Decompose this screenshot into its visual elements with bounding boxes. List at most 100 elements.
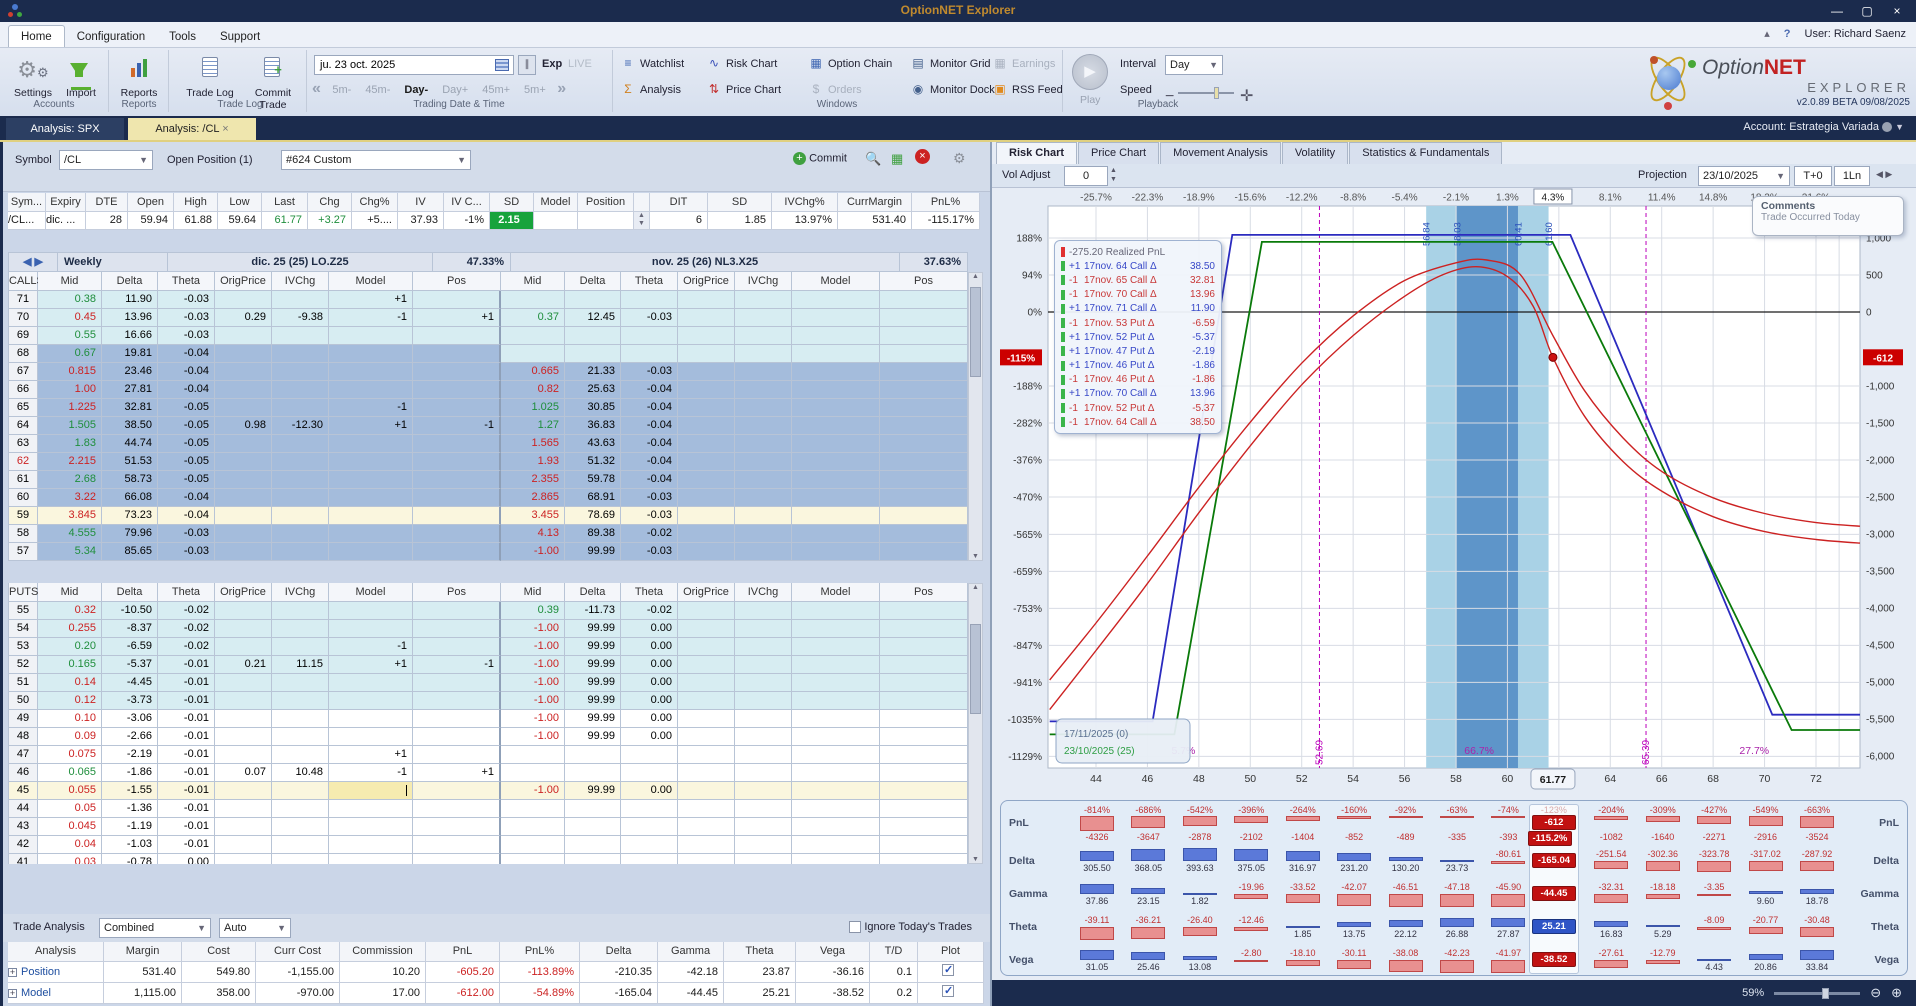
tab-analysis-spx[interactable]: Analysis: SPX (6, 118, 124, 140)
strike-cell[interactable]: 43 (8, 818, 38, 836)
import-button[interactable]: Import (54, 53, 108, 111)
chain-row-41[interactable]: 41 0.03 -0.78 0.00 (8, 854, 968, 864)
chain-edit-cell[interactable] (880, 656, 968, 674)
chain-edit-cell[interactable] (329, 507, 413, 525)
chain-edit-cell[interactable] (413, 674, 501, 692)
symbol-select[interactable]: /CL ▼ (59, 150, 153, 170)
lines-select[interactable]: 1Ln (1834, 166, 1870, 186)
chain-nav-arrows[interactable]: ◀ ▶ (8, 252, 58, 272)
commit-button[interactable]: + Commit (793, 152, 847, 165)
play-button[interactable]: ▶ (1072, 54, 1108, 90)
chain-row-57[interactable]: 57 5.34 85.65 -0.03 -1.00 99.99 -0.03 (8, 543, 968, 561)
chain-edit-cell[interactable]: +1 (329, 291, 413, 309)
chain-edit-cell[interactable] (792, 435, 880, 453)
chain-edit-cell[interactable] (413, 381, 501, 399)
strike-cell[interactable]: 62 (8, 453, 38, 471)
chain-edit-cell[interactable] (413, 746, 501, 764)
chain-edit-cell[interactable] (329, 782, 413, 800)
chain-scrollbar[interactable]: ▲ ▼ (968, 272, 983, 561)
chain-edit-cell[interactable] (329, 620, 413, 638)
chain-edit-cell[interactable] (329, 543, 413, 561)
step-45mminus[interactable]: 45m- (365, 84, 390, 96)
chain-edit-cell[interactable] (792, 746, 880, 764)
chain-row-62[interactable]: 62 2.215 51.53 -0.05 1.93 51.32 -0.04 (8, 453, 968, 471)
step-back-icon[interactable]: « (312, 80, 321, 97)
chain-row-60[interactable]: 60 3.22 66.08 -0.04 2.865 68.91 -0.03 (8, 489, 968, 507)
zoom-in-icon[interactable]: ⊕ (1891, 985, 1902, 1001)
window-option-chain[interactable]: ▦ Option Chain (808, 56, 892, 76)
speed-minus-icon[interactable]: − (1165, 88, 1174, 106)
strike-cell[interactable]: 65 (8, 399, 38, 417)
cancel-icon[interactable]: × (915, 149, 930, 164)
window-risk-chart[interactable]: ∿ Risk Chart (706, 56, 777, 76)
chain-edit-cell[interactable] (792, 602, 880, 620)
chain-edit-cell[interactable] (792, 656, 880, 674)
chain-edit-cell[interactable] (792, 453, 880, 471)
chain-exp2-title[interactable]: nov. 25 (26) NL3.X25 (511, 252, 900, 272)
chain-edit-cell[interactable] (329, 602, 413, 620)
chain-edit-cell[interactable] (413, 710, 501, 728)
chain-row-58[interactable]: 58 4.555 79.96 -0.03 4.13 89.38 -0.02 (8, 525, 968, 543)
chain-edit-cell[interactable] (329, 692, 413, 710)
close-tab-icon[interactable]: × (222, 123, 228, 135)
chain-edit-cell[interactable] (792, 291, 880, 309)
chain-edit-cell[interactable] (880, 309, 968, 327)
strike-cell[interactable]: 49 (8, 710, 38, 728)
chain-row-48[interactable]: 48 0.09 -2.66 -0.01 -1.00 99.99 0.00 (8, 728, 968, 746)
chain-row-68[interactable]: 68 0.67 19.81 -0.04 (8, 345, 968, 363)
chain-edit-cell[interactable]: -1 (329, 638, 413, 656)
chain-edit-cell[interactable] (880, 363, 968, 381)
window-watchlist[interactable]: ≡ Watchlist (620, 56, 684, 76)
chain-edit-cell[interactable] (329, 525, 413, 543)
live-label[interactable]: LIVE (568, 58, 592, 70)
chain-edit-cell[interactable] (329, 710, 413, 728)
chain-edit-cell[interactable] (413, 471, 501, 489)
chain-edit-cell[interactable] (792, 471, 880, 489)
comments-box[interactable]: Comments Trade Occurred Today (1752, 196, 1904, 236)
strike-cell[interactable]: 58 (8, 525, 38, 543)
chain-edit-cell[interactable]: -1 (329, 764, 413, 782)
minimize-button[interactable]: — (1822, 2, 1852, 20)
chain-edit-cell[interactable] (413, 489, 501, 507)
chain-edit-cell[interactable] (329, 327, 413, 345)
close-button[interactable]: × (1882, 2, 1912, 20)
strike-cell[interactable]: 45 (8, 782, 38, 800)
strike-cell[interactable]: 67 (8, 363, 38, 381)
collapse-ribbon-icon[interactable]: ▴ (1764, 27, 1770, 40)
chain-row-63[interactable]: 63 1.83 44.74 -0.05 1.565 43.63 -0.04 (8, 435, 968, 453)
vol-adjust-input[interactable]: 0 (1064, 166, 1108, 186)
chain-exp1-title[interactable]: dic. 25 (25) LO.Z25 (168, 252, 433, 272)
chain-edit-cell[interactable] (880, 525, 968, 543)
chart-tab-price-chart[interactable]: Price Chart (1078, 142, 1160, 164)
chain-edit-cell[interactable] (329, 854, 413, 864)
chain-edit-cell[interactable] (880, 453, 968, 471)
chain-row-59[interactable]: 59 3.845 73.23 -0.04 3.455 78.69 -0.03 (8, 507, 968, 525)
strike-cell[interactable]: 68 (8, 345, 38, 363)
zoom-out-icon[interactable]: ⊖ (1870, 985, 1881, 1001)
chain-edit-cell[interactable] (792, 309, 880, 327)
window-analysis[interactable]: Σ Analysis (620, 82, 681, 102)
chain-row-53[interactable]: 53 0.20 -6.59 -0.02 -1 -1.00 99.99 0.00 (8, 638, 968, 656)
calendar-icon[interactable] (495, 59, 509, 77)
chain-edit-cell[interactable] (329, 728, 413, 746)
chain-row-45[interactable]: 45 0.055 -1.55 -0.01 -1.00 99.99 0.00 (8, 782, 968, 800)
chain-row-44[interactable]: 44 0.05 -1.36 -0.01 (8, 800, 968, 818)
chain-edit-cell[interactable] (880, 746, 968, 764)
interval-select[interactable]: Day ▼ (1165, 55, 1223, 75)
chain-edit-cell[interactable] (413, 507, 501, 525)
chain-row-51[interactable]: 51 0.14 -4.45 -0.01 -1.00 99.99 0.00 (8, 674, 968, 692)
chain-edit-cell[interactable] (880, 674, 968, 692)
chain-edit-cell[interactable] (329, 345, 413, 363)
chain-edit-cell[interactable] (880, 620, 968, 638)
chain-edit-cell[interactable] (880, 818, 968, 836)
step-5mminus[interactable]: 5m- (332, 84, 351, 96)
strike-cell[interactable]: 64 (8, 417, 38, 435)
chain-edit-cell[interactable] (413, 728, 501, 746)
chain-row-54[interactable]: 54 0.255 -8.37 -0.02 -1.00 99.99 0.00 (8, 620, 968, 638)
strike-cell[interactable]: 47 (8, 746, 38, 764)
chain-edit-cell[interactable] (413, 692, 501, 710)
chain-edit-cell[interactable] (880, 692, 968, 710)
help-icon[interactable]: ? (1784, 28, 1791, 40)
chain-edit-cell[interactable] (329, 435, 413, 453)
reports-button[interactable]: Reports (112, 53, 166, 111)
